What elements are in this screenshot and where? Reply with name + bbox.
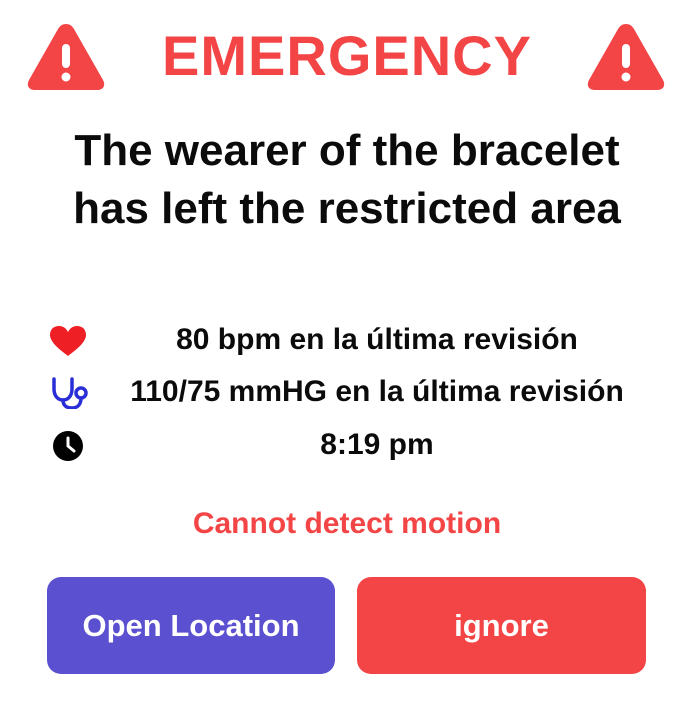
heart-rate-row: 80 bpm en la última revisión <box>0 318 694 362</box>
warning-triangle-icon <box>587 24 665 90</box>
time-row: 8:19 pm <box>0 423 694 467</box>
time-text: 8:19 pm <box>320 428 434 461</box>
heart-icon <box>50 326 86 356</box>
heart-rate-text: 80 bpm en la última revisión <box>176 323 578 356</box>
blood-pressure-text: 110/75 mmHG en la última revisión <box>130 375 624 408</box>
clock-icon <box>53 431 83 461</box>
ignore-button[interactable]: ignore <box>357 577 646 674</box>
open-location-button[interactable]: Open Location <box>47 577 335 674</box>
motion-status: Cannot detect motion <box>192 507 502 540</box>
alert-header: EMERGENCY <box>0 18 694 114</box>
stethoscope-icon <box>52 377 88 409</box>
alert-message: The wearer of the bracelet has left the … <box>73 126 621 233</box>
blood-pressure-row: 110/75 mmHG en la última revisión <box>0 370 694 414</box>
